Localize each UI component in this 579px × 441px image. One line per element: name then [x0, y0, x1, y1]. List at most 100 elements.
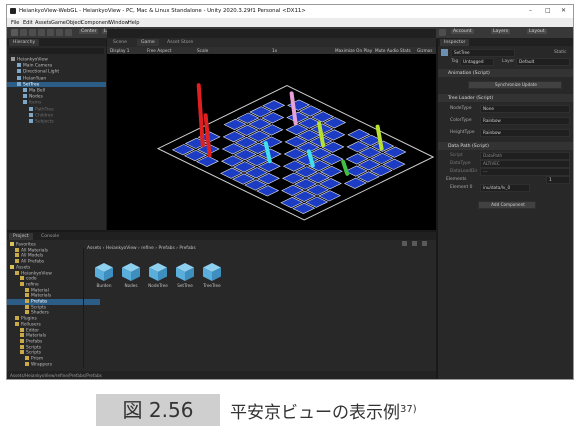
stats-toggle[interactable]: Stats [400, 48, 411, 53]
display-dropdown[interactable]: Display 1 [110, 48, 129, 53]
rect-tool-icon[interactable] [47, 29, 54, 36]
project-folder-item[interactable]: Wrappers [7, 361, 100, 367]
project-folder-item[interactable]: Scripts [7, 344, 95, 350]
close-icon[interactable]: ✕ [561, 7, 566, 14]
account-dropdown[interactable]: Account [451, 29, 474, 34]
datatype-field[interactable]: ALTIVEC [480, 160, 570, 168]
project-folder-item[interactable]: Plugins [7, 316, 90, 322]
colortype-dropdown[interactable]: Rainbow [480, 117, 570, 125]
hierarchy-item[interactable]: HeiankyoView [7, 57, 106, 63]
project-folder-item[interactable]: All Prefabs [7, 259, 90, 265]
layers-dropdown[interactable]: Layers [491, 29, 511, 34]
menu-gameobject[interactable]: GameObject [51, 20, 82, 26]
hierarchy-item[interactable]: Ma Bell [7, 88, 106, 94]
tab-console[interactable]: Console [37, 233, 63, 240]
elements-count[interactable]: 1 [546, 176, 570, 184]
project-folder-item[interactable]: Shaders [7, 310, 100, 316]
cloud-icon[interactable] [439, 29, 446, 36]
project-folder-item[interactable]: Rollusers [7, 321, 90, 327]
breadcrumb-item[interactable]: Prefabs [179, 246, 195, 251]
hierarchy-item[interactable]: Nodes [7, 94, 106, 100]
game-viewport[interactable] [107, 54, 436, 230]
tab-scene[interactable]: Scene [109, 39, 131, 46]
project-folder-item[interactable]: Scripts [7, 350, 95, 356]
move-tool-icon[interactable] [20, 29, 27, 36]
project-folder-item[interactable]: HeiankyoView [7, 270, 90, 276]
layer-dropdown[interactable]: Default [516, 58, 570, 66]
hierarchy-item[interactable]: PathTree [7, 106, 106, 112]
data-path-component-header[interactable]: Data Path (Script) [438, 142, 573, 150]
prefab-asset[interactable]: Burden [93, 262, 115, 288]
prefab-asset[interactable]: TreeTree [201, 262, 223, 288]
heighttype-dropdown[interactable]: Rainbow [480, 129, 570, 137]
project-folder-item[interactable]: Prefabs [7, 299, 100, 305]
menu-window[interactable]: Window [109, 20, 129, 26]
project-folder-item[interactable]: Materials [7, 333, 95, 339]
elements-label[interactable]: Elements [446, 177, 466, 182]
nodetype-dropdown[interactable]: None [480, 105, 570, 113]
gizmos-dropdown[interactable]: Gizmos [417, 48, 432, 53]
filter-icon[interactable] [412, 241, 417, 246]
breadcrumb-item[interactable]: Prefabs [158, 246, 174, 251]
project-folder-item[interactable]: Material [7, 287, 100, 293]
prefab-asset[interactable]: Nodes [120, 262, 142, 288]
minimize-icon[interactable]: – [529, 7, 532, 14]
menu-file[interactable]: File [11, 20, 19, 26]
hierarchy-item[interactable]: HeianYuan [7, 75, 106, 81]
project-folder-item[interactable]: code [7, 276, 95, 282]
hierarchy-search[interactable] [9, 48, 104, 54]
mute-audio-toggle[interactable]: Mute Audio [375, 48, 399, 53]
hierarchy-item[interactable]: SetTree [7, 81, 106, 88]
animation-component-header[interactable]: Animation (Script) [438, 69, 573, 77]
scale-tool-icon[interactable] [38, 29, 45, 36]
scale-value[interactable]: 1x [272, 48, 277, 53]
tree-loader-component-header[interactable]: Tree Loader (Script) [438, 94, 573, 102]
project-search-icon[interactable] [402, 241, 407, 246]
tab-game[interactable]: Game [137, 39, 159, 46]
project-folder-item[interactable]: Materials [7, 293, 100, 299]
hand-tool-icon[interactable] [11, 29, 18, 36]
project-folder-item[interactable]: Editor [7, 327, 95, 333]
add-component-button[interactable]: Add Component [478, 201, 536, 209]
tab-inspector[interactable]: Inspector [440, 39, 470, 46]
project-folder-item[interactable]: Assets [7, 264, 85, 270]
project-folder-item[interactable]: refine [7, 281, 95, 287]
project-folder-item[interactable]: All Models [7, 253, 90, 259]
breadcrumb-item[interactable]: Assets [87, 246, 101, 251]
hierarchy-item[interactable]: Subjects [7, 119, 106, 125]
custom-tool-icon[interactable] [65, 29, 72, 36]
hierarchy-item[interactable]: Children [7, 112, 106, 118]
hierarchy-item[interactable]: Directional Light [7, 69, 106, 75]
project-folder-item[interactable]: Favorites [7, 242, 85, 248]
menu-component[interactable]: Component [81, 20, 110, 26]
menu-edit[interactable]: Edit [23, 20, 33, 26]
synchronize-update-button[interactable]: Synchronize Update [468, 81, 562, 89]
tag-dropdown[interactable]: Untagged [460, 58, 494, 66]
tab-project[interactable]: Project [9, 233, 33, 240]
tab-asset-store[interactable]: Asset Store [163, 39, 197, 46]
menu-help[interactable]: Help [128, 20, 139, 26]
project-folder-item[interactable]: Scripts [7, 304, 100, 310]
static-toggle[interactable]: Static [554, 50, 567, 55]
breadcrumb-item[interactable]: HeiankyoView [106, 246, 137, 251]
aspect-dropdown[interactable]: Free Aspect [147, 48, 171, 53]
hierarchy-item[interactable]: Main Camera [7, 63, 106, 69]
project-folder-item[interactable]: Prism [7, 356, 100, 362]
favorite-icon[interactable] [422, 241, 427, 246]
maximize-icon[interactable]: □ [545, 7, 551, 14]
project-folder-item[interactable]: All Materials [7, 247, 90, 253]
hierarchy-item[interactable]: Items [7, 100, 106, 106]
dataloaddir-field[interactable]: --- [480, 168, 570, 176]
object-name-field[interactable]: SetTree [451, 49, 515, 57]
pivot-center-toggle[interactable]: Center [79, 29, 99, 34]
project-folder-item[interactable]: Prefabs [7, 338, 95, 344]
layout-dropdown[interactable]: Layout [527, 29, 547, 34]
maximize-on-play-toggle[interactable]: Maximize On Play [335, 48, 372, 53]
prefab-asset[interactable]: NodeTree [147, 262, 169, 288]
menu-assets[interactable]: Assets [35, 20, 51, 26]
element0-field[interactable]: inu/data/lv_0 [480, 184, 530, 192]
rotate-tool-icon[interactable] [29, 29, 36, 36]
breadcrumb-item[interactable]: refine [141, 246, 154, 251]
prefab-asset[interactable]: SetTree [174, 262, 196, 288]
tab-hierarchy[interactable]: Hierarchy [9, 39, 40, 46]
